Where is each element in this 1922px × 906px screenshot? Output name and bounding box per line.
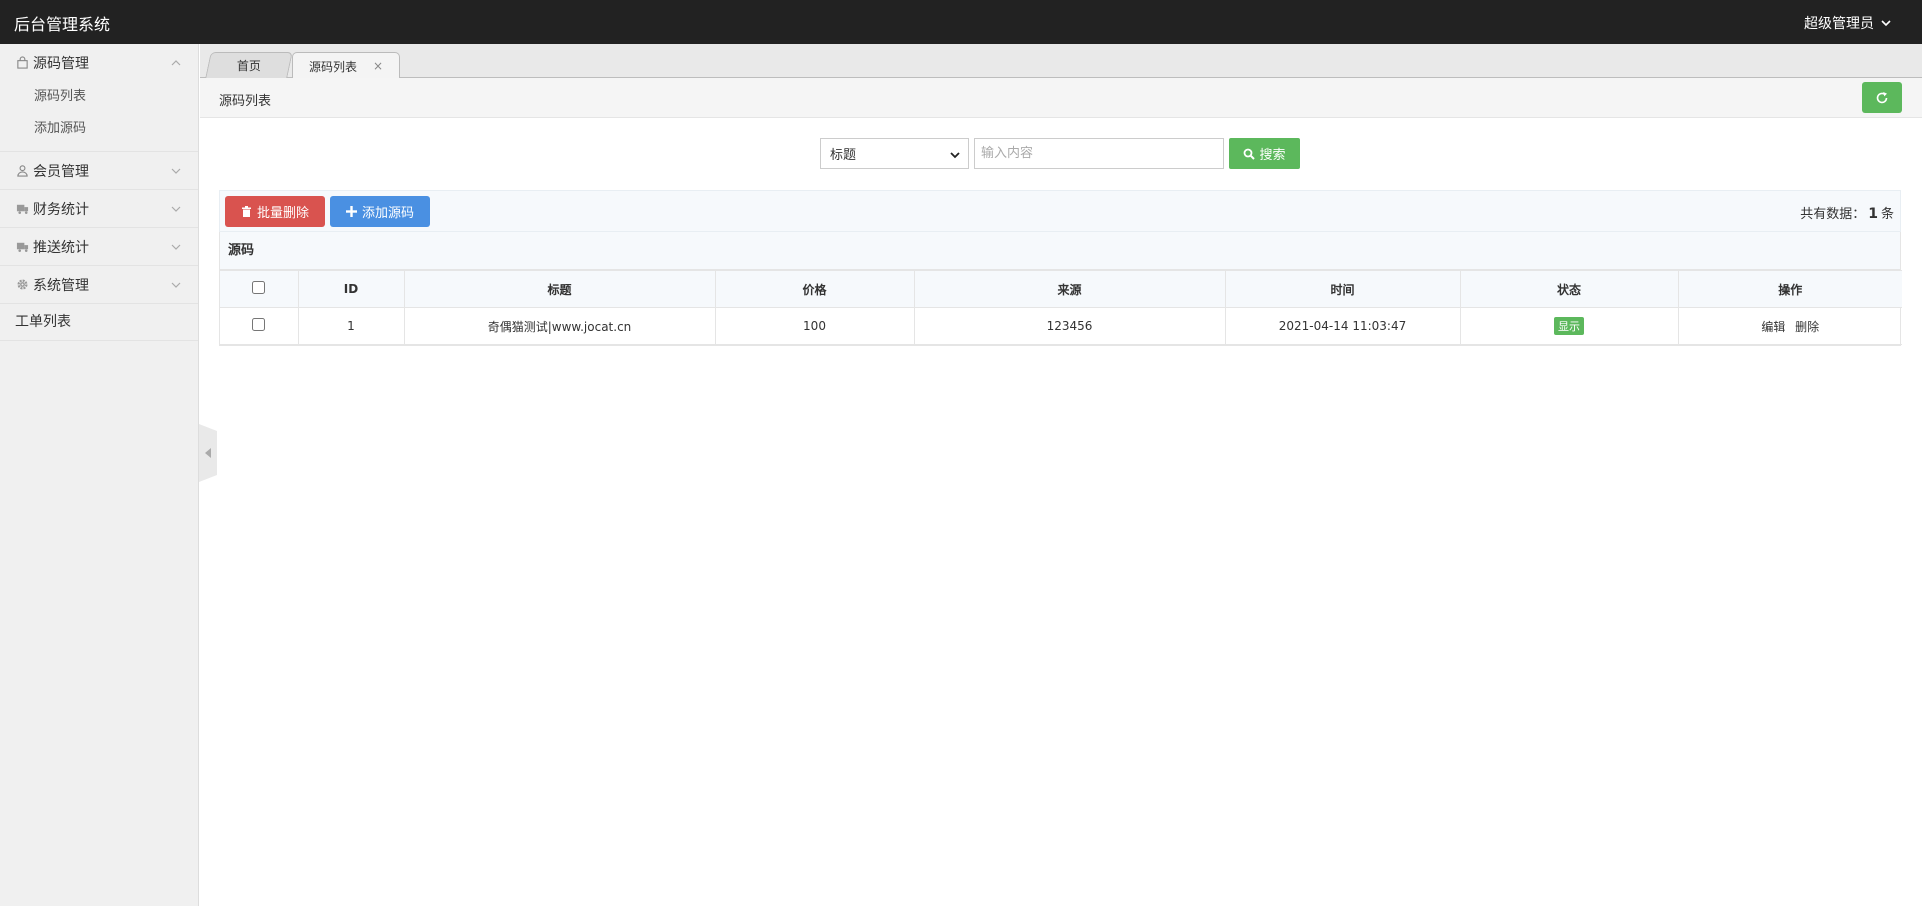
row-select-cell [220,307,299,345]
search-button-label: 搜索 [1259,148,1286,163]
menu-head-members[interactable]: 会员管理 [0,152,198,189]
delete-link[interactable]: 删除 [1795,320,1819,334]
table-caption: 源码 [220,232,1900,270]
add-source-button[interactable]: 添加源码 [330,196,430,227]
column-header-status: 状态 [1459,270,1679,308]
chevron-up-icon [171,60,181,66]
chevron-down-icon [1881,20,1891,27]
trash-icon [241,206,251,217]
sidebar-item-tickets[interactable]: 工单列表 [0,304,198,341]
breadcrumb: 源码列表 [219,94,272,109]
column-header-price: 价格 [714,270,915,308]
search-field-select[interactable]: 标题 [820,138,969,169]
row-checkbox[interactable] [252,318,266,331]
search-icon [1244,148,1256,160]
total-count: 共有数据： 1 条 [1800,203,1894,222]
bag-icon [15,56,29,70]
menu-label: 财务统计 [33,201,89,218]
top-bar: 后台管理系统 超级管理员 [0,0,1922,44]
chevron-down-icon [171,168,181,174]
cell-actions: 编辑 删除 [1677,307,1902,345]
search-button[interactable]: 搜索 [1229,138,1300,169]
menu-label: 系统管理 [33,277,89,294]
select-all-cell [220,270,299,308]
status-badge[interactable]: 显示 [1554,317,1584,335]
menu-group-push: 推送统计 [0,228,198,266]
select-value: 标题 [830,148,857,163]
menu-group-members: 会员管理 [0,152,198,190]
batch-delete-button[interactable]: 批量删除 [225,196,325,227]
menu-group-finance: 财务统计 [0,190,198,228]
sidebar-item-source-list[interactable]: 源码列表 [0,81,198,113]
breadcrumb-bar: 源码列表 [200,78,1922,118]
chevron-down-icon [950,152,960,159]
select-all-checkbox[interactable] [252,281,266,294]
cell-price: 100 [714,307,915,345]
user-icon [15,164,29,178]
column-header-source: 来源 [913,270,1226,308]
table-row: 1 奇偶猫测试|www.jocat.cn 100 123456 2021-04-… [220,307,1902,345]
user-menu[interactable]: 超级管理员 [1804,13,1892,33]
tab-strip: 首页 源码列表 × [200,44,1922,79]
cell-status: 显示 [1459,307,1679,345]
user-name: 超级管理员 [1804,16,1874,32]
tab-source-list[interactable]: 源码列表 × [292,52,400,79]
batch-delete-label: 批量删除 [256,206,309,221]
add-source-label: 添加源码 [361,206,414,221]
table-toolbar: 批量删除 添加源码 共有数据： 1 条 [219,190,1901,232]
truck-icon [15,240,29,254]
cell-title: 奇偶猫测试|www.jocat.cn [403,307,716,345]
total-number: 1 [1868,206,1878,222]
tab-label: 源码列表 [308,59,357,74]
tab-label: 首页 [236,59,261,73]
menu-head-push[interactable]: 推送统计 [0,228,198,265]
total-suffix: 条 [1880,207,1894,222]
gear-icon [15,278,29,292]
data-table: 源码 ID 标题 价格 来源 时间 状态 操作 1 奇偶猫测试|www.joca… [219,232,1902,346]
sidebar-item-add-source[interactable]: 添加源码 [0,113,198,145]
sidebar-collapse-handle[interactable] [199,424,217,482]
column-header-actions: 操作 [1677,270,1902,308]
total-prefix: 共有数据： [1800,207,1866,222]
menu-group-system: 系统管理 [0,266,198,304]
chevron-down-icon [171,206,181,212]
caret-left-icon [205,448,211,458]
menu-group-source: 源码管理 源码列表 添加源码 [0,44,198,152]
submenu-source: 源码列表 添加源码 [0,81,198,151]
edit-link[interactable]: 编辑 [1761,320,1785,334]
cell-id: 1 [297,307,405,345]
menu-label: 源码管理 [33,55,89,72]
column-header-title: 标题 [403,270,716,308]
sidebar: 源码管理 源码列表 添加源码 会员管理 财务统计 推送统计 系统管理 工单列表 [0,44,199,906]
menu-label: 会员管理 [33,163,89,180]
menu-head-source[interactable]: 源码管理 [0,44,198,81]
cell-time: 2021-04-14 11:03:47 [1224,307,1461,345]
column-header-time: 时间 [1224,270,1461,308]
menu-head-system[interactable]: 系统管理 [0,266,198,303]
chevron-down-icon [171,244,181,250]
app-title: 后台管理系统 [14,15,111,34]
plus-icon [345,206,357,217]
cell-source: 123456 [913,307,1226,345]
menu-head-finance[interactable]: 财务统计 [0,190,198,227]
tab-home[interactable]: 首页 [205,52,293,78]
menu-label: 推送统计 [33,239,89,256]
table-header-row: ID 标题 价格 来源 时间 状态 操作 [220,270,1902,308]
chevron-down-icon [171,282,181,288]
truck-icon [15,202,29,216]
refresh-button[interactable] [1862,82,1902,113]
column-header-id: ID [297,270,405,308]
search-row: 标题 搜索 [820,138,1300,169]
close-icon[interactable]: × [373,59,383,73]
refresh-icon [1876,91,1888,103]
search-input[interactable] [974,138,1224,169]
